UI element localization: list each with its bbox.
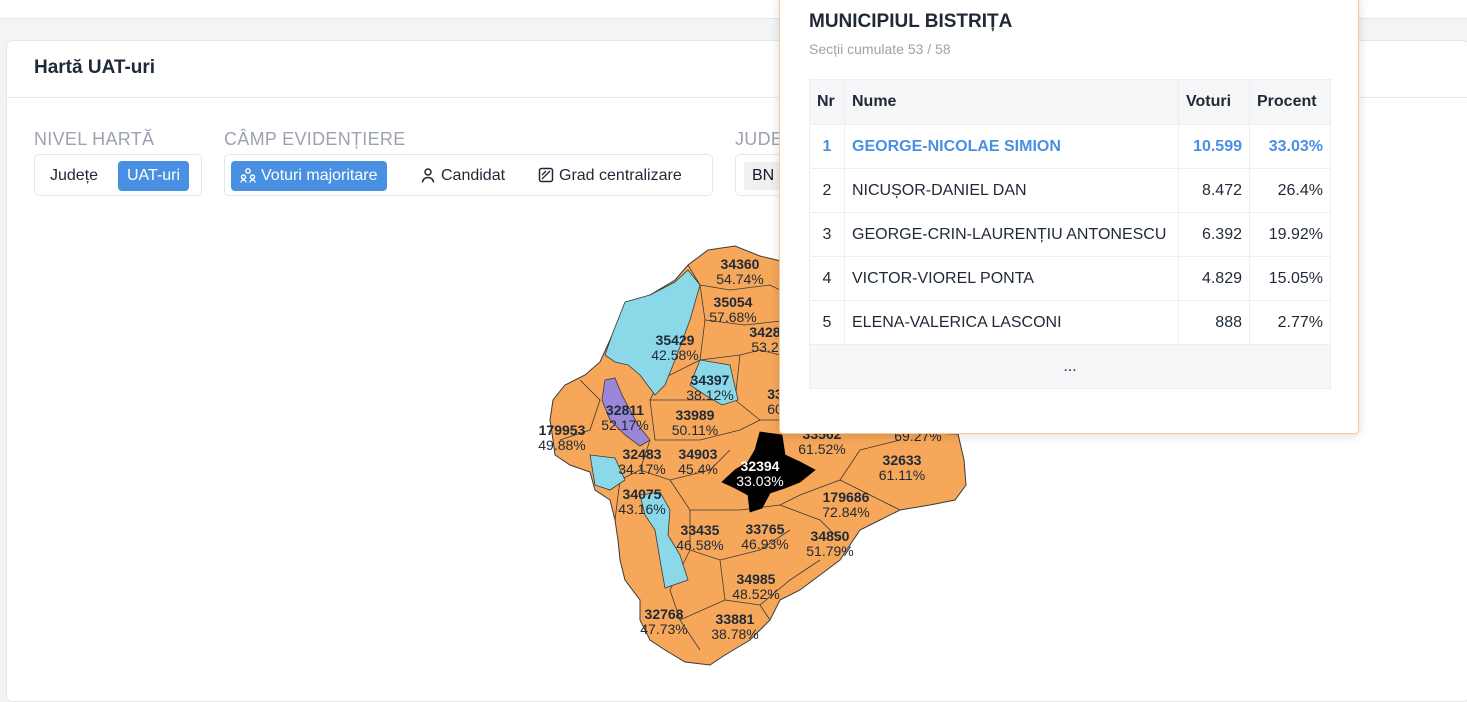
uat-label: 34903 45.4% (678, 446, 718, 477)
cell-votes: 8.472 (1178, 168, 1250, 213)
col-header-nr: Nr (809, 79, 845, 125)
uat-label: 33881 38.78% (711, 611, 758, 642)
uat-label: 32483 34.17% (618, 446, 665, 477)
cell-name: ELENA-VALERICA LASCONI (844, 300, 1179, 345)
uat-label: 34850 51.79% (806, 528, 853, 559)
uat-label: 33989 50.11% (672, 407, 718, 438)
table-row: 1 GEORGE-NICOLAE SIMION 10.599 33.03% (809, 124, 1331, 169)
cell-votes: 6.392 (1178, 212, 1250, 257)
cell-votes: 4.829 (1178, 256, 1250, 301)
table-header-row: Nr Nume Voturi Procent (809, 79, 1331, 125)
uat-label: 35429 42.58% (651, 332, 698, 363)
uat-label: 33435 46.58% (676, 522, 723, 553)
uat-label: 32633 61.11% (879, 452, 925, 483)
cell-nr: 4 (809, 256, 845, 301)
cell-pct: 2.77% (1249, 300, 1331, 345)
table-row: 5 ELENA-VALERICA LASCONI 888 2.77% (809, 300, 1331, 345)
results-table: Nr Nume Voturi Procent 1 GEORGE-NICOLAE … (809, 79, 1331, 389)
more-indicator: ... (809, 344, 1331, 389)
cell-nr: 5 (809, 300, 845, 345)
col-header-nume: Nume (844, 79, 1179, 125)
col-header-voturi: Voturi (1178, 79, 1250, 125)
cell-name: GEORGE-CRIN-LAURENȚIU ANTONESCU (844, 212, 1179, 257)
uat-label: 32811 52.17% (601, 402, 648, 433)
cell-nr: 3 (809, 212, 845, 257)
popup-subtitle: Secții cumulate 53 / 58 (809, 41, 951, 57)
cell-nr: 2 (809, 168, 845, 213)
table-row: 2 NICUȘOR-DANIEL DAN 8.472 26.4% (809, 168, 1331, 213)
uat-label: 34075 43.16% (618, 486, 665, 517)
cell-pct: 26.4% (1249, 168, 1331, 213)
col-header-procent: Procent (1249, 79, 1331, 125)
table-more-row: ... (809, 344, 1331, 389)
table-row: 3 GEORGE-CRIN-LAURENȚIU ANTONESCU 6.392 … (809, 212, 1331, 257)
cell-pct: 19.92% (1249, 212, 1331, 257)
cell-name: VICTOR-VIOREL PONTA (844, 256, 1179, 301)
uat-popup: MUNICIPIUL BISTRIȚA Secții cumulate 53 /… (779, 0, 1359, 434)
uat-label: 33765 46.93% (741, 521, 788, 552)
cell-name: GEORGE-NICOLAE SIMION (844, 124, 1179, 169)
table-row: 4 VICTOR-VIOREL PONTA 4.829 15.05% (809, 256, 1331, 301)
cell-pct: 15.05% (1249, 256, 1331, 301)
uat-label: 34397 38.12% (686, 372, 733, 403)
popup-title: MUNICIPIUL BISTRIȚA (809, 11, 1013, 32)
cell-votes: 10.599 (1178, 124, 1250, 169)
cell-nr: 1 (809, 124, 845, 169)
uat-label: 35054 57.68% (709, 294, 756, 325)
uat-label: 179953 49.88% (538, 422, 585, 453)
uat-label: 34985 48.52% (732, 571, 779, 602)
uat-label: 32768 47.73% (640, 606, 687, 637)
uat-label: 179686 72.84% (822, 489, 869, 520)
uat-label: 3428 53.2 (749, 324, 780, 355)
cell-pct: 33.03% (1249, 124, 1331, 169)
cell-name: NICUȘOR-DANIEL DAN (844, 168, 1179, 213)
uat-label: 34360 54.74% (716, 256, 763, 287)
cell-votes: 888 (1178, 300, 1250, 345)
uat-label: 32394 33.03% (736, 458, 783, 489)
